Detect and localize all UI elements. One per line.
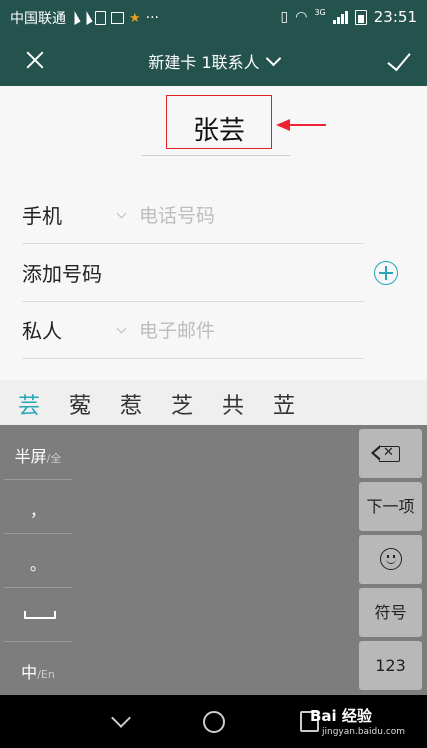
key-label: 。	[29, 555, 46, 574]
watermark-url: jingyan.baidu.com	[322, 727, 406, 737]
annotation-arrow	[276, 119, 326, 131]
add-circle-icon[interactable]	[374, 261, 398, 285]
paper-plane-icon	[68, 11, 81, 25]
space-key[interactable]	[4, 589, 72, 642]
phone-type-label[interactable]: 手机	[22, 188, 62, 244]
chevron-down-icon[interactable]	[116, 208, 127, 219]
paper-plane-icon	[80, 11, 93, 25]
status-bar: 中国联通 ★ ··· ▯ ◠ 3G 23:51	[0, 0, 427, 34]
period-key[interactable]: 。	[4, 535, 72, 588]
name-underline	[142, 155, 290, 156]
watermark: Bai 经验	[310, 707, 372, 725]
key-sublabel: /全	[46, 452, 62, 465]
chevron-down-icon	[265, 50, 281, 67]
keyboard: 半屏/全 ， 。 中/En ✕ 下一项 符号 123	[0, 425, 427, 695]
candidate-word[interactable]: 蒬	[69, 388, 91, 420]
signal-icon	[332, 10, 348, 24]
wifi-icon: ◠	[295, 9, 308, 25]
clock: 23:51	[373, 8, 417, 26]
header-bar: 新建卡 1联系人	[0, 34, 427, 86]
sim-icon	[95, 11, 106, 25]
home-icon[interactable]	[203, 711, 225, 733]
divider	[22, 358, 364, 359]
network-type-label: 3G	[314, 7, 326, 17]
candidate-bar: 芸 蒬 惹 芝 共 苙	[0, 380, 427, 425]
symbols-key[interactable]: 符号	[359, 588, 422, 637]
half-screen-key[interactable]: 半屏/全	[4, 427, 72, 480]
next-field-key[interactable]: 下一项	[359, 482, 422, 531]
key-label: 中	[21, 663, 38, 682]
candidate-word[interactable]: 苙	[273, 388, 295, 420]
chevron-down-icon[interactable]	[116, 323, 127, 334]
email-row: 私人 电子邮件	[22, 303, 364, 359]
candidate-word[interactable]: 共	[222, 388, 244, 420]
smiley-icon	[380, 548, 402, 570]
star-icon: ★	[129, 10, 141, 26]
divider	[22, 243, 364, 244]
more-indicator: ···	[145, 10, 160, 26]
back-icon[interactable]	[111, 708, 131, 728]
language-switch-key[interactable]: 中/En	[4, 643, 72, 695]
key-label: ，	[29, 501, 46, 520]
space-icon	[24, 611, 56, 619]
key-label: 半屏	[14, 447, 47, 466]
comma-key[interactable]: ，	[4, 481, 72, 534]
header-title: 新建卡 1联系人	[148, 53, 260, 72]
key-sublabel: /En	[37, 668, 55, 681]
add-number-row[interactable]: 添加号码	[22, 246, 364, 302]
navigation-bar: Bai 经验 jingyan.baidu.com	[0, 695, 427, 748]
image-icon	[111, 12, 124, 24]
phone-row: 手机 电话号码	[22, 188, 364, 244]
email-input[interactable]: 电子邮件	[139, 303, 215, 359]
backspace-key[interactable]: ✕	[359, 429, 422, 478]
candidate-word[interactable]: 芝	[171, 388, 193, 420]
account-selector[interactable]: 新建卡 1联系人	[0, 49, 427, 73]
numbers-key[interactable]: 123	[359, 641, 422, 690]
email-type-label[interactable]: 私人	[22, 303, 62, 359]
candidate-word[interactable]: 惹	[120, 388, 142, 420]
vibrate-icon: ▯	[280, 9, 289, 25]
divider	[22, 301, 364, 302]
phone-input[interactable]: 电话号码	[139, 188, 215, 244]
battery-icon	[354, 9, 367, 25]
carrier-label: 中国联通	[10, 11, 66, 27]
add-number-label[interactable]: 添加号码	[22, 246, 102, 302]
name-field[interactable]: 张芸	[166, 110, 272, 147]
emoji-key[interactable]	[359, 535, 422, 584]
contact-form: 张芸 手机 电话号码 添加号码 私人 电子邮件	[0, 86, 427, 380]
candidate-word[interactable]: 芸	[18, 388, 40, 420]
